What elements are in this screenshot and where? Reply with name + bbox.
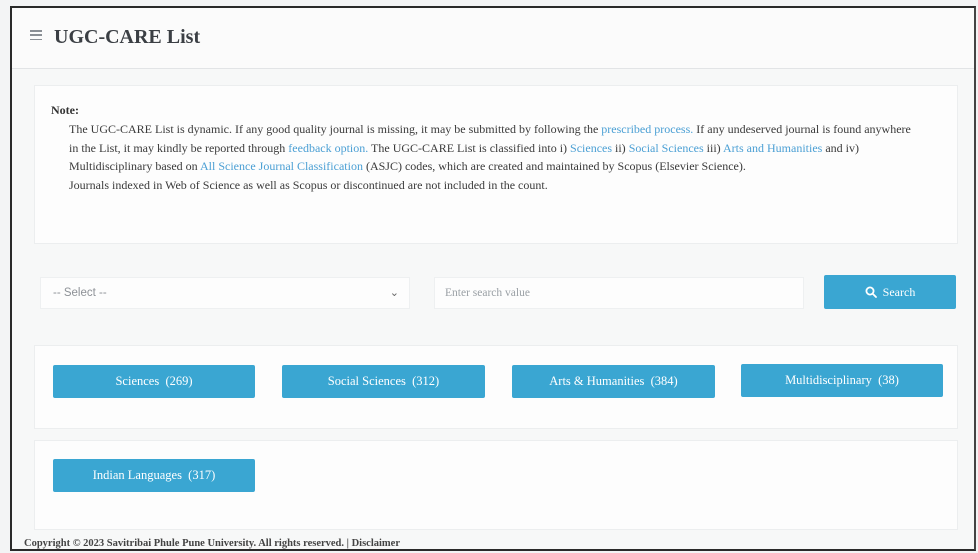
page-header: UGC-CARE List (12, 8, 974, 69)
prescribed-process-link[interactable]: prescribed process. (601, 122, 693, 136)
sciences-button[interactable]: Sciences (269) (53, 365, 255, 398)
social-sciences-button[interactable]: Social Sciences (312) (282, 365, 485, 398)
category-select[interactable]: -- Select -- ⌄ (40, 277, 410, 309)
note-text-segment: The UGC-CARE List is dynamic. If any goo… (69, 122, 602, 136)
arts-humanities-button[interactable]: Arts & Humanities (384) (512, 365, 715, 398)
note-text: The UGC-CARE List is dynamic. If any goo… (69, 120, 919, 194)
feedback-option-link[interactable]: feedback option. (288, 141, 368, 155)
category-panel: Sciences (269) Social Sciences (312) Art… (34, 345, 958, 429)
sciences-link[interactable]: Sciences (570, 141, 612, 155)
search-button-label: Search (882, 284, 916, 299)
search-icon (865, 286, 877, 298)
hamburger-icon[interactable] (30, 28, 42, 42)
search-row: -- Select -- ⌄ Search (34, 268, 958, 318)
social-sciences-link[interactable]: Social Sciences (629, 141, 704, 155)
note-paragraph-count: Journals indexed in Web of Science as we… (69, 177, 548, 192)
note-text-segment: The UGC-CARE List is classified into i) (368, 140, 571, 155)
note-paragraph: The UGC-CARE List is dynamic. If any goo… (69, 120, 919, 176)
multidisciplinary-button[interactable]: Multidisciplinary (38) (741, 364, 943, 397)
search-input[interactable] (434, 277, 804, 309)
note-text-segment: iii) (703, 140, 724, 155)
note-label: Note: (51, 103, 79, 117)
note-text-segment: (ASJC) codes, which are created and main… (362, 159, 746, 174)
chevron-down-icon: ⌄ (389, 286, 399, 299)
asjc-link[interactable]: All Science Journal Classification (200, 159, 363, 173)
note-text-segment: ii) (612, 140, 629, 155)
indian-languages-button[interactable]: Indian Languages (317) (53, 459, 255, 492)
page-title: UGC-CARE List (54, 26, 201, 48)
app-frame: UGC-CARE List Note: The UGC-CARE List is… (10, 6, 976, 551)
footer-copyright: Copyright © 2023 Savitribai Phule Pune U… (24, 538, 400, 549)
language-panel: Indian Languages (317) (34, 440, 958, 530)
select-value: -- Select -- (53, 287, 107, 299)
search-button[interactable]: Search (824, 275, 956, 309)
arts-humanities-link[interactable]: Arts and Humanities (723, 141, 822, 155)
note-panel: Note: The UGC-CARE List is dynamic. If a… (34, 85, 958, 244)
